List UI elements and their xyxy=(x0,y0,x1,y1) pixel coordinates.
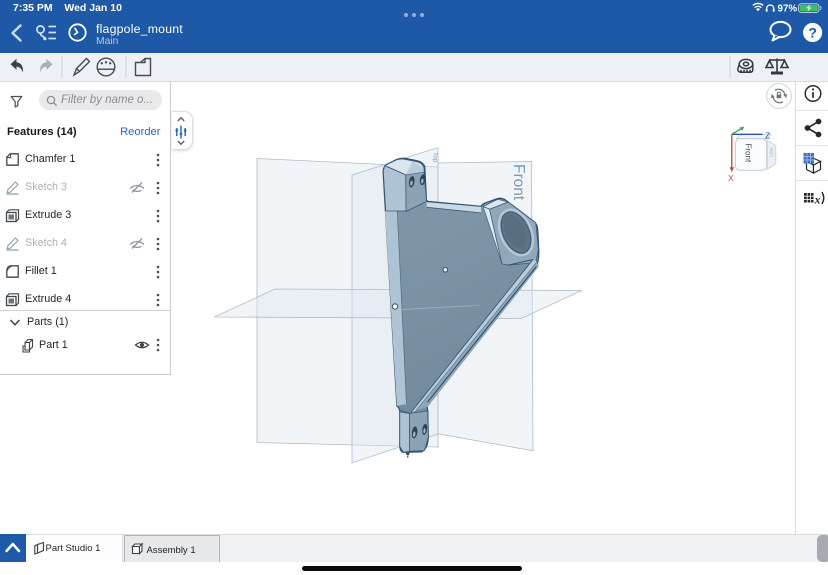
svg-text:Top: Top xyxy=(432,152,439,163)
svg-text:97%: 97% xyxy=(778,3,798,14)
svg-text:?: ? xyxy=(808,24,817,40)
svg-text:Z: Z xyxy=(765,131,770,141)
svg-text:x: x xyxy=(813,193,820,207)
svg-text:Front: Front xyxy=(510,164,527,201)
svg-text:Front: Front xyxy=(744,144,753,163)
svg-text:Right: Right xyxy=(769,147,775,157)
svg-text:X: X xyxy=(728,173,734,183)
